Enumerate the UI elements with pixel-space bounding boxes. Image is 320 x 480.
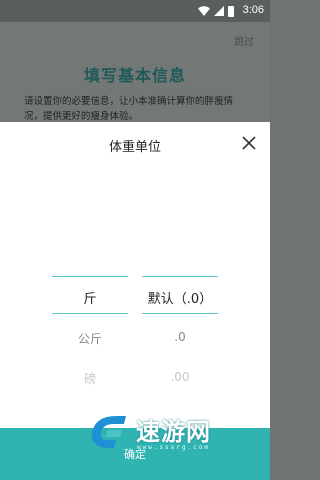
- unit-picker-selected[interactable]: 斤: [52, 288, 128, 307]
- unit-picker-option[interactable]: 公斤: [52, 330, 128, 347]
- weight-unit-sheet: 体重单位 斤 公斤 磅 默认（.0） .0 .00: [0, 122, 270, 480]
- decimal-picker-top-line: [142, 276, 218, 277]
- watermark-logo-icon: [91, 416, 126, 448]
- close-icon[interactable]: [242, 136, 256, 150]
- background-page: 跳过 填写基本信息 请设置你的必要信息，让小本准确计算你的胖瘦情况，提供更好的瘦…: [0, 22, 270, 122]
- decimal-picker-bottom-line: [142, 313, 218, 314]
- page-title: 填写基本信息: [83, 66, 186, 85]
- decimal-picker-option[interactable]: .0: [142, 330, 218, 344]
- sheet-title: 体重单位: [108, 140, 161, 155]
- decimal-picker-selected[interactable]: 默认（.0）: [136, 288, 224, 307]
- confirm-button[interactable]: 确定: [0, 428, 270, 480]
- unit-picker-option[interactable]: 磅: [52, 370, 128, 387]
- signal-icon: [214, 6, 224, 16]
- page-description: 请设置你的必要信息，让小本准确计算你的胖瘦情况，提供更好的瘦身体验。: [24, 96, 234, 122]
- status-time: 3:06: [242, 4, 264, 16]
- unit-picker-bottom-line: [52, 313, 128, 314]
- status-icons: [198, 5, 234, 17]
- watermark-name: 速游网: [136, 418, 211, 446]
- battery-icon: [228, 5, 234, 17]
- skip-button[interactable]: 跳过: [234, 33, 254, 48]
- status-bar: 3:06: [0, 0, 270, 22]
- watermark-url: www.sssrg.com: [137, 444, 210, 451]
- decimal-picker-option[interactable]: .00: [142, 370, 218, 384]
- unit-picker-top-line: [52, 276, 128, 277]
- wifi-icon: [198, 6, 210, 16]
- confirm-label: 确定: [124, 448, 146, 461]
